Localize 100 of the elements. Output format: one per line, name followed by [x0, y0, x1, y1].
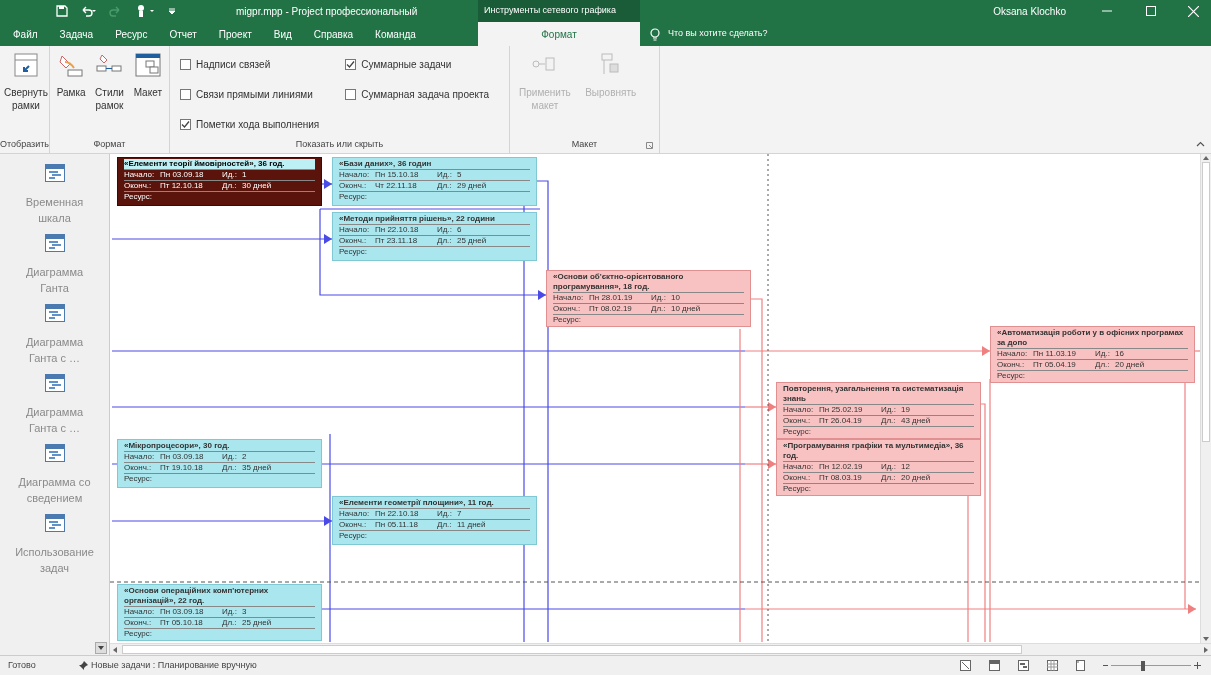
field-value: 30 дней [242, 181, 272, 191]
calendar-view-icon[interactable] [989, 660, 1000, 671]
field-label: Оконч.: [124, 463, 153, 473]
group-label: Показать или скрыть [295, 138, 384, 152]
maximize-icon[interactable] [1146, 6, 1156, 16]
field-label: Ид.: [437, 170, 453, 180]
grid-view-icon[interactable] [1047, 660, 1058, 671]
scroll-left-icon[interactable] [112, 646, 118, 653]
checkbox[interactable] [180, 118, 191, 130]
ribbon-button[interactable]: Макет [130, 52, 165, 99]
ribbon-tab[interactable]: Файл [2, 22, 49, 46]
field-value: 19 [901, 405, 910, 415]
task-mode-status[interactable]: Новые задачи : Планирование вручную [91, 658, 257, 673]
status-text: Готово [8, 658, 37, 672]
view-icon[interactable] [44, 374, 65, 392]
checkbox-label[interactable]: Пометки хода выполнения [196, 116, 320, 132]
field-value: 29 дней [457, 181, 487, 191]
checkbox[interactable] [180, 89, 191, 100]
zoom-slider-thumb[interactable] [1141, 660, 1146, 671]
field-label: Дл.: [881, 473, 897, 483]
field-label: Оконч.: [997, 360, 1026, 370]
ribbon-button[interactable]: Стили рамок [92, 52, 127, 112]
view-icon[interactable] [44, 514, 65, 532]
view-shortcut-icon[interactable] [960, 660, 971, 671]
touch-mode-icon[interactable] [136, 4, 156, 18]
close-icon[interactable] [1188, 5, 1199, 17]
dialog-launcher-icon[interactable] [646, 141, 653, 149]
field-value: Пн 28.01.19 [589, 293, 634, 303]
vertical-scrollbar[interactable] [1200, 154, 1211, 643]
ribbon-tab[interactable]: Команда [364, 22, 427, 46]
field-value: Чт 22.11.18 [375, 181, 418, 191]
view-icon[interactable] [44, 234, 65, 252]
task-node[interactable]: «Основи операційних комп'ютерних організацій», 22 год. Начало: Пн 03.09.18 Ид.: 3 Оконч.: Пт 05.10.18 Дл.: 25 дней Ресурс: [117, 584, 322, 641]
ribbon-tab[interactable]: Ресурс [104, 22, 159, 46]
task-node[interactable]: «Мікропроцесори», 30 год. Начало: Пн 03.09.18 Ид.: 2 Оконч.: Пт 19.10.18 Дл.: 35 дней Ресурс: [117, 439, 322, 488]
ribbon-tab[interactable]: Формат [478, 22, 640, 46]
checkbox[interactable] [345, 89, 357, 100]
view-icon[interactable] [44, 164, 65, 182]
zoom-in-icon[interactable] [1194, 662, 1201, 669]
field-value: Пн 25.02.19 [819, 405, 864, 415]
field-value: 16 [1115, 349, 1124, 359]
view-icon[interactable] [44, 304, 65, 322]
lightbulb-icon[interactable] [650, 27, 660, 41]
field-value: 6 [457, 225, 462, 235]
checkbox-label[interactable]: Суммарная задача проекта [361, 87, 489, 102]
node-title: «Мікропроцесори», 30 год. [124, 441, 315, 452]
field-value: 20 дней [901, 473, 931, 483]
field-label: Ид.: [437, 225, 453, 235]
group-label: Отобразить [0, 138, 50, 152]
checkbox[interactable] [180, 59, 191, 71]
customize-toolbar-icon[interactable] [168, 7, 176, 15]
view-icon[interactable] [44, 444, 65, 462]
ribbon-tab[interactable]: Задача [48, 22, 105, 46]
field-value: Пн 15.10.18 [375, 170, 420, 180]
ribbon-tab[interactable]: Отчет [158, 22, 208, 46]
scrollbar-thumb[interactable] [1202, 162, 1210, 442]
horizontal-scrollbar[interactable] [110, 643, 1211, 655]
node-title: «Основи об'єктно-орієнтованого програмування», 18 год. [553, 272, 744, 293]
save-icon[interactable] [56, 5, 68, 17]
field-label: Ресурс: [783, 484, 812, 494]
collapse-ribbon-icon[interactable] [1196, 141, 1205, 147]
task-node[interactable]: «Основи об'єктно-орієнтованого програмування», 18 год. Начало: Пн 28.01.19 Ид.: 10 Оконч.: Пт 08.02.19 Дл.: 10 дней Ресурс: [546, 270, 751, 327]
field-label: Ресурс: [997, 371, 1026, 381]
ribbon-tab[interactable]: Проект [207, 22, 263, 46]
field-label: Дл.: [222, 463, 238, 473]
scroll-right-icon[interactable] [1203, 646, 1209, 653]
page-view-icon[interactable] [1076, 660, 1085, 671]
context-tab-group-label: Инструменты сетевого графика [484, 4, 616, 18]
ribbon-button[interactable]: Рамка [54, 52, 89, 99]
caret-icon [98, 646, 104, 650]
node-title: «Елементи геометрії площини», 11 год. [339, 498, 530, 509]
scrollbar-thumb[interactable] [122, 645, 1022, 654]
checkbox-label[interactable]: Надписи связей [196, 57, 271, 73]
zoom-slider[interactable] [1111, 660, 1191, 671]
ribbon-button[interactable]: Свернуть рамки [4, 52, 48, 112]
task-node[interactable]: «Методи прийняття рішень», 22 години Начало: Пн 22.10.18 Ид.: 6 Оконч.: Пт 23.11.18 Дл.: 25 дней Ресурс: [332, 212, 537, 261]
field-value: Пт 08.02.19 [589, 304, 633, 314]
task-node[interactable]: «Елементи геометрії площини», 11 год. Начало: Пн 22.10.18 Ид.: 7 Оконч.: Пн 05.11.18 Дл.: 11 дней Ресурс: [332, 496, 537, 545]
checkbox-label[interactable]: Суммарные задачи [361, 57, 452, 73]
field-value: 25 дней [457, 236, 487, 246]
task-node[interactable]: «Елементи теорії ймовірностей», 36 год. Начало: Пн 03.09.18 Ид.: 1 Оконч.: Пт 12.10.18 Дл.: 30 дней Ресурс: [117, 157, 322, 206]
tell-me-field[interactable]: Что вы хотите сделать? [668, 27, 768, 41]
task-node[interactable]: «Автоматизація роботи у в офісних програмах за допо Начало: Пн 11.03.19 Ид.: 16 Оконч.: Пт 05.04.19 Дл.: 20 дней Ресурс: [990, 326, 1195, 383]
field-value: 11 дней [457, 520, 486, 530]
task-node[interactable]: «Програмування графіки та мультимедіа», 36 год. Начало: Пн 12.02.19 Ид.: 12 Оконч.: Пт 08.03.19 Дл.: 20 дней Ресурс: [776, 439, 981, 496]
ribbon-tab[interactable]: Справка [302, 22, 365, 46]
scroll-up-icon[interactable] [1203, 154, 1209, 162]
undo-icon[interactable] [80, 5, 96, 17]
scroll-down-icon[interactable] [1203, 635, 1209, 643]
ribbon-tab[interactable]: Вид [262, 22, 303, 46]
field-label: Оконч.: [124, 618, 153, 628]
task-node[interactable]: Повторення, узагальнення та систематизація знань Начало: Пн 25.02.19 Ид.: 19 Оконч.: Пт 26.04.19 Дл.: 43 дней Ресурс: [776, 382, 981, 439]
gantt-view-icon[interactable] [1018, 660, 1029, 671]
task-node[interactable]: «Бази даних», 36 годин Начало: Пн 15.10.18 Ид.: 5 Оконч.: Чт 22.11.18 Дл.: 29 дней Ресурс: [332, 157, 537, 206]
user-name[interactable]: Oksana Klochko [993, 3, 1066, 19]
checkbox[interactable] [345, 59, 357, 71]
field-label: Оконч.: [783, 416, 812, 426]
field-value: Пн 12.02.19 [819, 462, 864, 472]
checkbox-label[interactable]: Связи прямыми линиями [196, 87, 313, 102]
scroll-down-button[interactable] [95, 642, 107, 654]
